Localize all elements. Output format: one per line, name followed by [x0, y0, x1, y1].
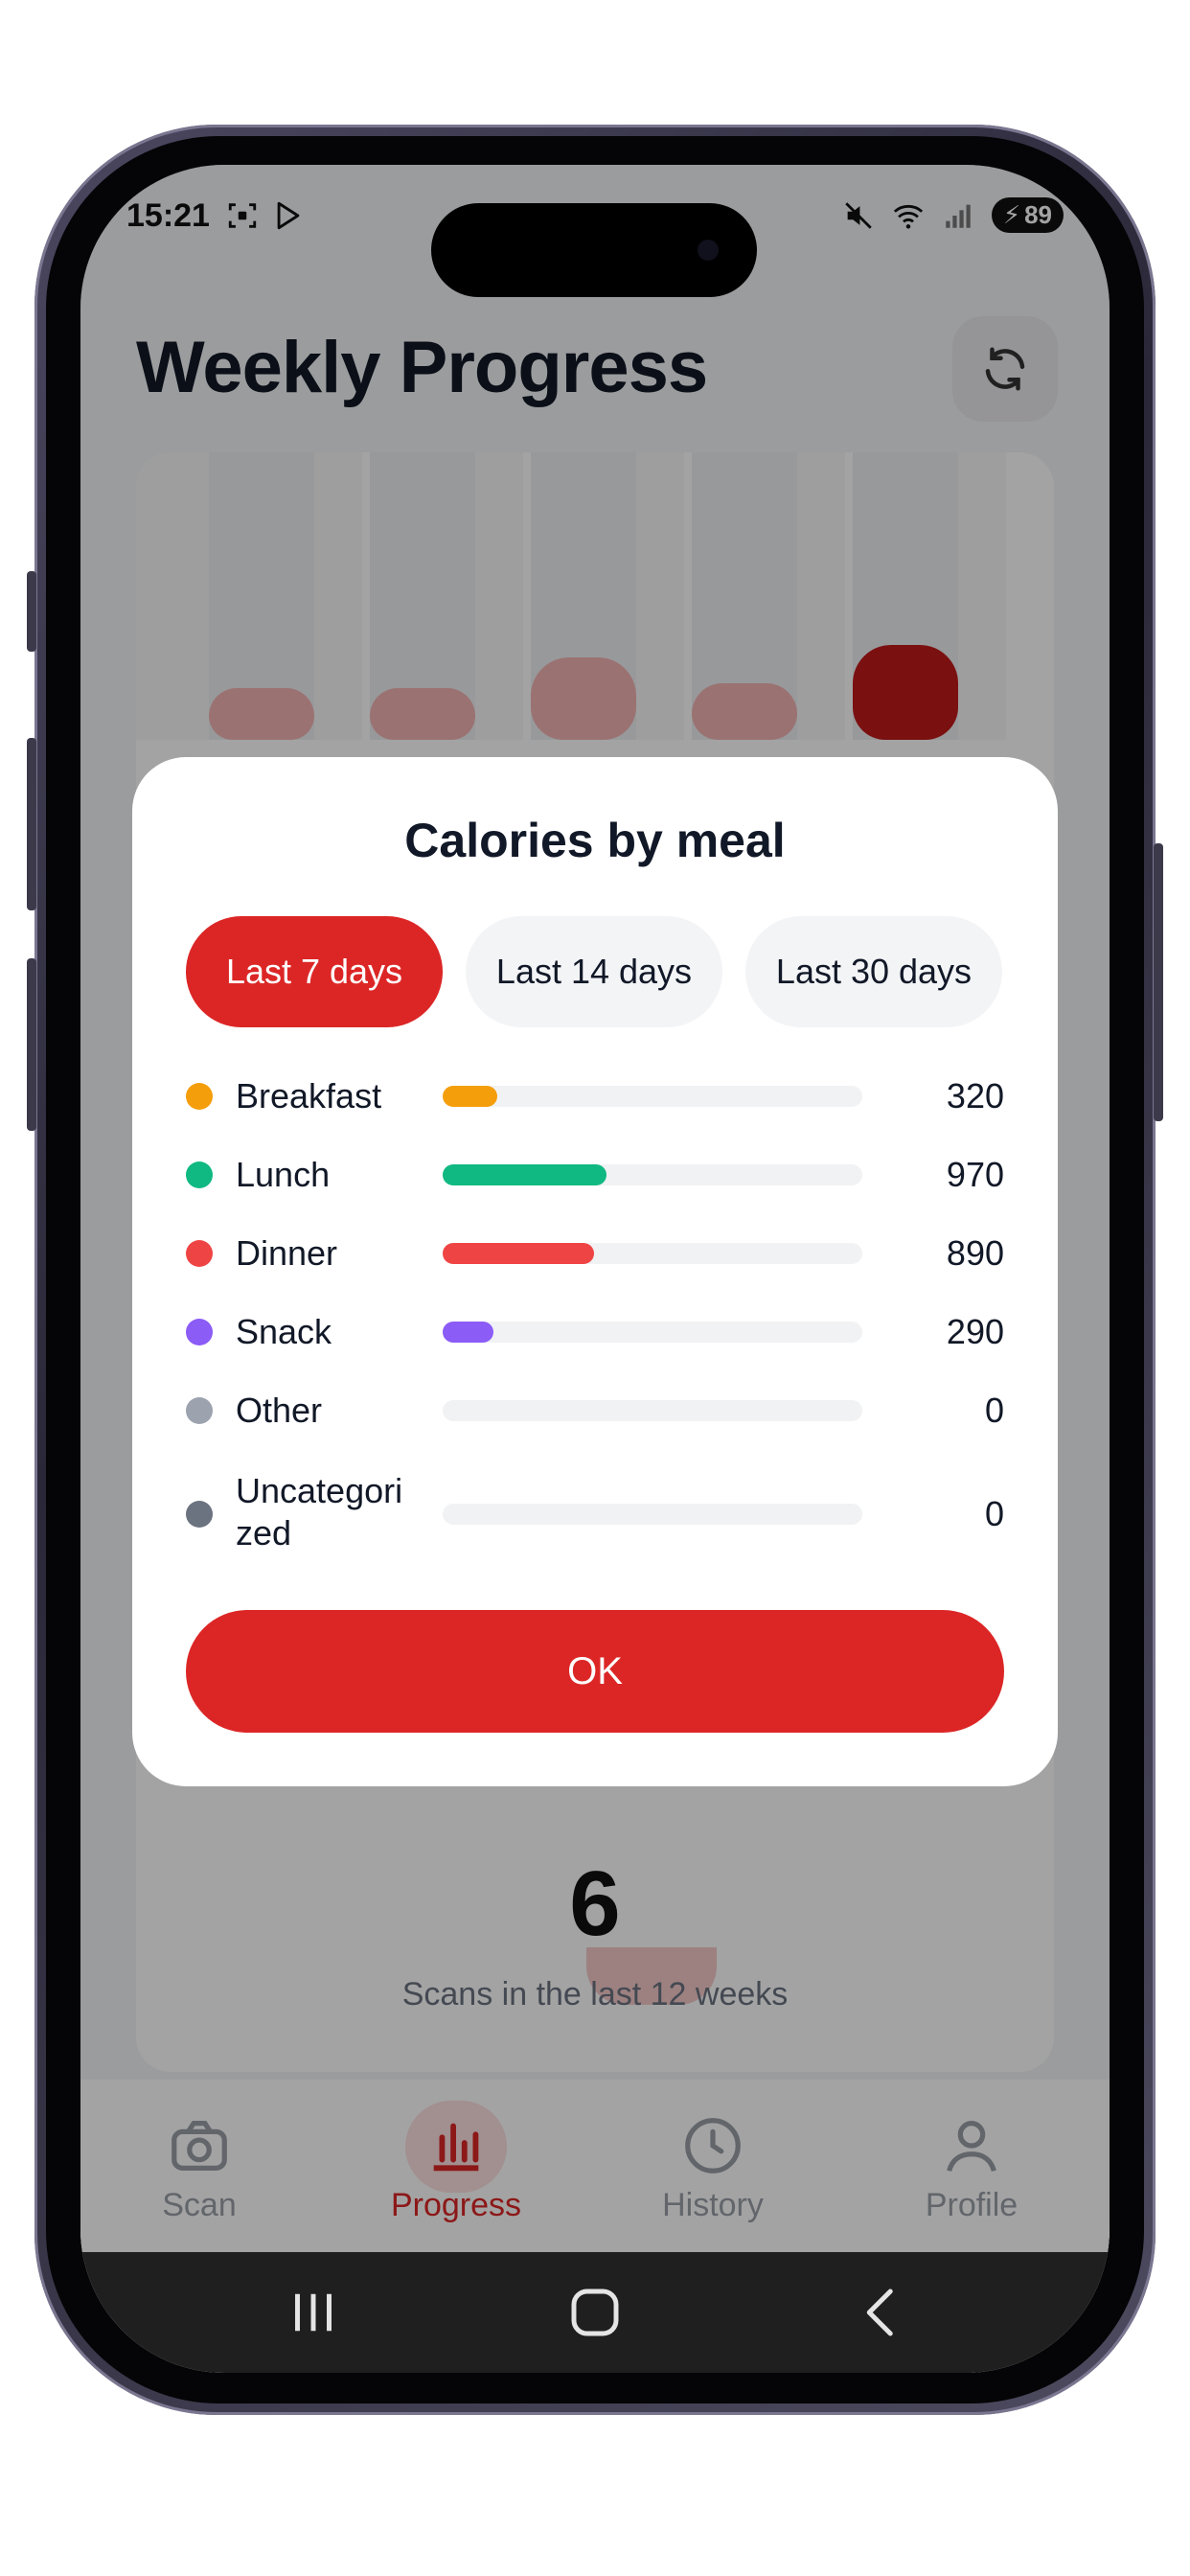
recent-apps-icon[interactable]	[282, 2281, 345, 2344]
meal-bar-fill	[443, 1164, 606, 1185]
meal-bar-track	[443, 1504, 862, 1525]
meal-color-dot	[186, 1240, 213, 1267]
meal-color-dot	[186, 1162, 213, 1188]
calories-by-meal-dialog: Calories by meal Last 7 days Last 14 day…	[132, 757, 1058, 1786]
meal-row: Uncategori zed 0	[186, 1470, 1004, 1558]
meal-bar-track	[443, 1086, 862, 1107]
meal-label: Dinner	[236, 1233, 338, 1273]
meal-color-dot	[186, 1397, 213, 1424]
meal-row: Lunch 970	[186, 1152, 1004, 1198]
meal-color-dot	[186, 1083, 213, 1110]
meal-value: 290	[946, 1312, 1004, 1351]
range-last-30-days[interactable]: Last 30 days	[745, 916, 1002, 1027]
meal-bar-fill	[443, 1086, 497, 1107]
action-button	[27, 571, 36, 652]
volume-down-button	[27, 958, 36, 1131]
dialog-title: Calories by meal	[404, 814, 786, 867]
meal-value: 320	[946, 1076, 1004, 1116]
meal-value: 890	[946, 1233, 1004, 1273]
meal-color-dot	[186, 1319, 213, 1346]
meal-value: 970	[946, 1155, 1004, 1194]
meal-value: 0	[984, 1494, 1004, 1533]
screen: 15:21 ⚡ 89 Weekly Progress 6 Scans in th…	[80, 165, 1110, 2373]
meal-label: Lunch	[236, 1155, 331, 1194]
meal-bar-fill	[443, 1322, 493, 1343]
meal-label: Snack	[236, 1312, 332, 1351]
meal-label: Other	[236, 1391, 323, 1430]
system-nav-bar	[80, 2252, 1110, 2373]
home-icon[interactable]	[563, 2281, 627, 2344]
meal-row: Other 0	[186, 1388, 1004, 1434]
meal-label: Uncategori zed	[236, 1471, 403, 1552]
volume-up-button	[27, 738, 36, 910]
range-selector: Last 7 days Last 14 days Last 30 days	[186, 916, 1002, 1027]
meal-row: Dinner 890	[186, 1230, 1004, 1276]
meal-bar-fill	[443, 1243, 594, 1264]
back-icon[interactable]	[851, 2281, 914, 2344]
power-button	[1154, 843, 1163, 1121]
meal-bar-track	[443, 1164, 862, 1185]
range-last-14-days[interactable]: Last 14 days	[466, 916, 722, 1027]
meal-value: 0	[984, 1391, 1004, 1430]
meal-row: Snack 290	[186, 1309, 1004, 1355]
meal-bar-track	[443, 1243, 862, 1264]
ok-button[interactable]: OK	[186, 1610, 1004, 1733]
range-last-7-days[interactable]: Last 7 days	[186, 916, 443, 1027]
meal-bar-track	[443, 1400, 862, 1421]
meal-row: Breakfast 320	[186, 1073, 1004, 1119]
meal-bar-track	[443, 1322, 862, 1343]
meal-color-dot	[186, 1501, 213, 1528]
meal-label: Breakfast	[236, 1076, 382, 1116]
